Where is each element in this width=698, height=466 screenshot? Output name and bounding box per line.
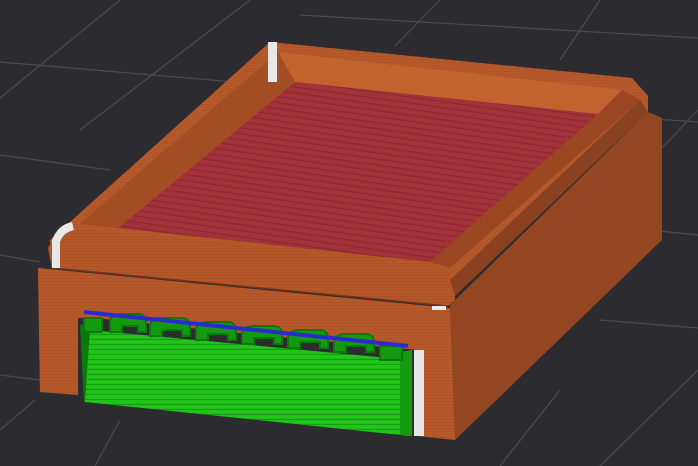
seam-front-right <box>432 306 446 310</box>
seam-back-corner <box>268 42 277 82</box>
support-right-edge <box>400 350 412 436</box>
seam-right-cavity <box>414 350 424 436</box>
3d-viewport[interactable] <box>0 0 698 466</box>
sliced-model-scene[interactable] <box>0 0 698 466</box>
